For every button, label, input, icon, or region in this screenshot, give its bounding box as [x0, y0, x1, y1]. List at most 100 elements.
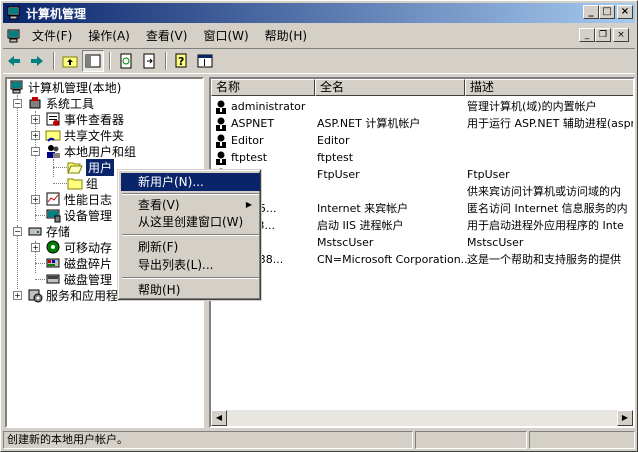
tree-event-viewer[interactable]: 事件查看器: [45, 111, 124, 127]
table-row[interactable]: Editor Editor: [211, 132, 633, 149]
toolbar-separator: [165, 52, 167, 70]
tree-removable-storage[interactable]: 可移动存: [45, 239, 112, 255]
refresh-icon: [120, 53, 132, 69]
up-level-button[interactable]: [59, 50, 81, 72]
tree-disk-management[interactable]: 磁盘管理: [45, 271, 112, 287]
tree-device-manager[interactable]: 设备管理: [45, 207, 112, 223]
tree-local-users-groups[interactable]: 本地用户和组: [45, 143, 136, 159]
menu-action[interactable]: 操作(A): [80, 26, 138, 46]
menu-help[interactable]: 帮助(H): [257, 26, 315, 46]
table-row[interactable]: ASPNET ASP.NET 计算机帐户 用于运行 ASP.NET 辅助进程(asp…: [211, 115, 633, 132]
child-restore-button[interactable]: ❐: [595, 28, 611, 42]
maximize-button[interactable]: □: [599, 5, 615, 19]
shared-folder-icon: [45, 130, 61, 142]
menu-refresh[interactable]: 刷新(F): [121, 238, 260, 256]
properties-button[interactable]: [194, 50, 216, 72]
tree-storage[interactable]: 存储: [27, 223, 70, 239]
table-row[interactable]: 20035...Internet 来宾帐户匿名访问 Internet 信息服务的…: [211, 200, 633, 217]
toolbar-separator: [109, 52, 111, 70]
computer-management-icon: [10, 80, 23, 94]
menu-file[interactable]: 文件(F): [24, 26, 80, 46]
expand-perf-logs[interactable]: +: [31, 195, 40, 204]
menu-window[interactable]: 窗口(W): [195, 26, 256, 46]
table-row[interactable]: serFtpUserFtpUser: [211, 166, 633, 183]
collapse-system-tools[interactable]: −: [13, 99, 22, 108]
menu-bar: 文件(F) 操作(A) 查看(V) 窗口(W) 帮助(H): [3, 25, 635, 47]
tree-pane-icon: [85, 54, 101, 68]
menu-export-list[interactable]: 导出列表(L)...: [121, 256, 260, 274]
table-row[interactable]: _2003...启动 IIS 进程帐户用于启动进程外应用程序的 Inte: [211, 217, 633, 234]
user-name-cell: Editor: [213, 132, 264, 149]
expand-services[interactable]: +: [13, 291, 22, 300]
column-header-name[interactable]: 名称: [211, 79, 315, 96]
folder-up-icon: [62, 56, 78, 68]
child-close-button[interactable]: ×: [613, 28, 629, 42]
export-list-button[interactable]: [138, 50, 160, 72]
minimize-button[interactable]: _: [583, 5, 599, 19]
device-manager-icon: [46, 209, 61, 223]
system-menu-icon[interactable]: [6, 28, 22, 44]
help-icon: ?: [175, 53, 187, 68]
refresh-button[interactable]: [115, 50, 137, 72]
help-button[interactable]: ?: [171, 50, 193, 72]
close-button[interactable]: ×: [617, 5, 633, 19]
expand-removable-storage[interactable]: +: [31, 243, 40, 252]
horizontal-scrollbar[interactable]: ◀ ▶: [211, 410, 633, 426]
menu-view-submenu[interactable]: 查看(V) ▶: [121, 196, 260, 214]
user-description: 这是一个帮助和支持服务的提供: [467, 253, 621, 266]
window-title: 计算机管理: [26, 6, 87, 21]
tree-users-label: 用户: [86, 158, 115, 176]
user-name-cell: administrator: [213, 98, 305, 115]
menu-new-window[interactable]: 从这里创建窗口(W): [121, 213, 260, 231]
scroll-right-button[interactable]: ▶: [617, 410, 633, 426]
table-row[interactable]: administrator 管理计算机(域)的内置帐户: [211, 98, 633, 115]
tree-system-tools[interactable]: 系统工具: [27, 95, 94, 111]
show-hide-tree-button[interactable]: [82, 50, 104, 72]
user-list-view[interactable]: 名称 全名 描述 administrator 管理计算机(域)的内置帐户 ASPNE…: [209, 77, 635, 428]
menu-new-user[interactable]: 新用户(N)...: [121, 173, 260, 191]
user-fullname: Internet 来宾帐户: [317, 202, 409, 215]
tree-disk-defrag[interactable]: 磁盘碎片: [45, 255, 112, 271]
column-header-fullname[interactable]: 全名: [315, 79, 465, 96]
expand-event-viewer[interactable]: +: [31, 115, 40, 124]
child-minimize-button[interactable]: _: [579, 28, 595, 42]
menu-context-help[interactable]: 帮助(H): [121, 281, 260, 299]
disk-defragmenter-icon: [46, 258, 60, 268]
user-description: 供来宾访问计算机或访问域的内: [467, 185, 621, 198]
expand-shared-folders[interactable]: +: [31, 131, 40, 140]
forward-button[interactable]: [26, 50, 48, 72]
user-icon: [216, 151, 226, 165]
back-button[interactable]: [3, 50, 25, 72]
user-fullname: FtpUser: [317, 168, 360, 181]
export-icon: [143, 53, 155, 69]
user-icon: [216, 134, 226, 148]
user-fullname: Editor: [317, 134, 350, 147]
user-name: ftptest: [231, 151, 268, 164]
tree-perf-logs[interactable]: 性能日志: [45, 191, 112, 207]
table-row[interactable]: ORT_38...CN=Microsoft Corporation...这是一个…: [211, 251, 633, 268]
table-row[interactable]: UserMstscUserMstscUser: [211, 234, 633, 251]
tree-groups[interactable]: 组: [67, 175, 98, 191]
toolbar-separator: [53, 52, 55, 70]
svg-text:?: ?: [178, 55, 184, 68]
tree-users[interactable]: 用户: [67, 158, 115, 176]
column-header-description[interactable]: 描述: [465, 79, 633, 96]
context-menu: 新用户(N)... 查看(V) ▶ 从这里创建窗口(W) 刷新(F) 导出列表(L…: [117, 169, 262, 301]
scroll-left-button[interactable]: ◀: [211, 410, 227, 426]
forward-arrow-icon: [31, 56, 43, 66]
table-row[interactable]: ser: [211, 268, 633, 285]
menu-view[interactable]: 查看(V): [138, 26, 196, 46]
removable-storage-icon: [46, 240, 60, 254]
table-row[interactable]: 供来宾访问计算机或访问域的内: [211, 183, 633, 200]
status-text: 创建新的本地用户帐户。: [3, 431, 413, 449]
tree-services-apps[interactable]: 服务和应用程: [27, 287, 118, 303]
table-row[interactable]: ftptest ftptest: [211, 149, 633, 166]
collapse-storage[interactable]: −: [13, 227, 22, 236]
tree-root[interactable]: 计算机管理(本地): [9, 79, 121, 95]
tree-shared-folders[interactable]: 共享文件夹: [45, 127, 124, 143]
collapse-local-users[interactable]: −: [31, 147, 40, 156]
title-bar[interactable]: 计算机管理 _ □ ×: [3, 3, 635, 23]
user-name-cell: ftptest: [213, 149, 267, 166]
user-description: 管理计算机(域)的内置帐户: [467, 100, 597, 113]
user-description: MstscUser: [467, 236, 524, 249]
